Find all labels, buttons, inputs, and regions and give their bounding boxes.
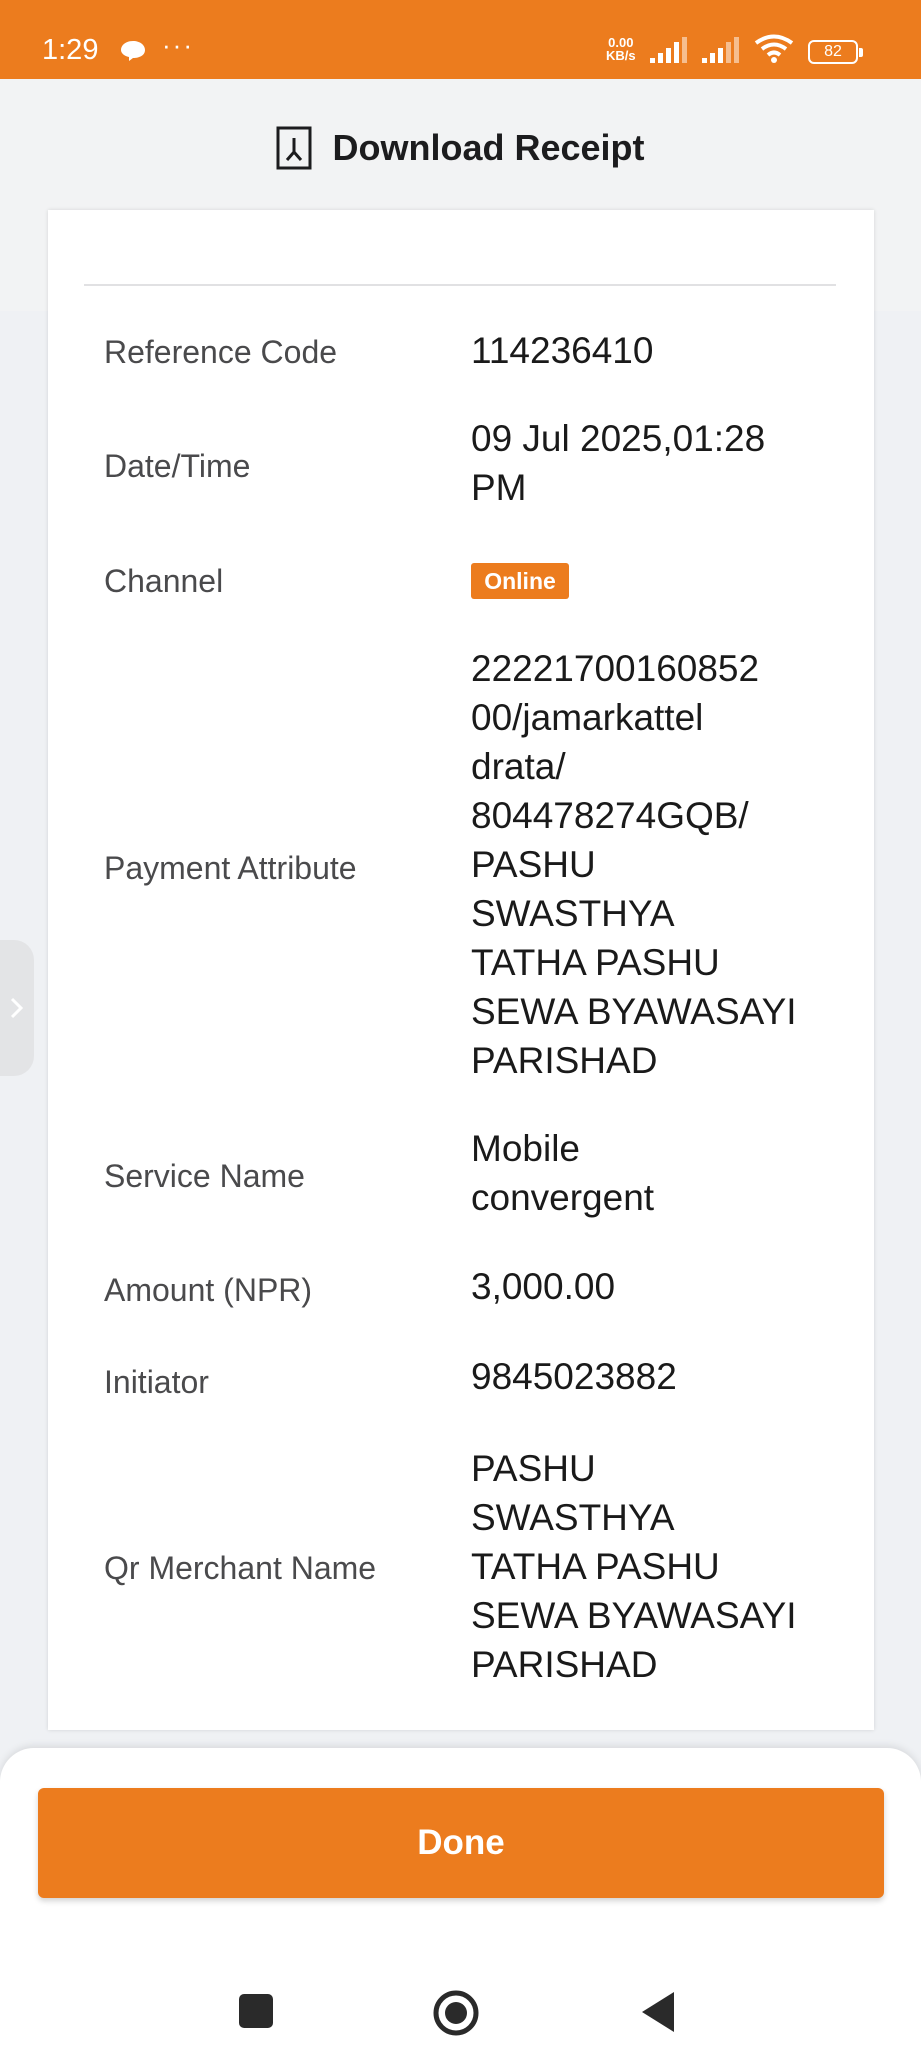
qr-merchant-name-value: PASHU SWASTHYA TATHA PASHU SEWA BYAWASAY… — [471, 1444, 851, 1689]
amount-label: Amount (NPR) — [104, 1272, 313, 1308]
service-name-value: Mobile convergent — [471, 1124, 851, 1222]
battery-icon: 82 — [808, 40, 863, 64]
home-icon[interactable] — [432, 1989, 480, 2037]
chevron-right-icon — [10, 997, 24, 1019]
reference-code-value: 114236410 — [471, 330, 654, 371]
receipt-card: Reference Code 114236410 Date/Time 09 Ju… — [48, 210, 874, 1730]
date-line: PM — [471, 467, 527, 508]
payment-attribute-line: SWASTHYA — [471, 893, 675, 934]
service-name-label: Service Name — [104, 1158, 305, 1194]
service-line: convergent — [471, 1177, 655, 1218]
recents-icon[interactable] — [239, 1994, 273, 2028]
payment-attribute-label: Payment Attribute — [104, 850, 357, 886]
download-receipt-button[interactable]: Download Receipt — [0, 118, 921, 178]
net-speed-unit: KB/s — [606, 48, 636, 63]
merchant-line: PASHU — [471, 1448, 596, 1489]
signal-icon — [650, 37, 687, 63]
date-line: 09 Jul 2025,01:28 — [471, 418, 766, 459]
system-nav-bar — [0, 1944, 921, 2048]
signal-icon-2 — [702, 37, 739, 63]
payment-attribute-line: drata/ — [471, 746, 566, 787]
done-button[interactable]: Done — [38, 1788, 884, 1898]
payment-attribute-line: 00/jamarkattel — [471, 697, 704, 738]
date-time-value: 09 Jul 2025,01:28 PM — [471, 414, 851, 512]
merchant-line: TATHA PASHU — [471, 1546, 720, 1587]
payment-attribute-line: 22221700160852 — [471, 648, 760, 689]
network-speed: 0.00 KB/s — [606, 36, 636, 62]
more-notifications-icon: ··· — [162, 30, 194, 60]
reference-code-label: Reference Code — [104, 334, 338, 370]
side-panel-handle[interactable] — [0, 940, 34, 1076]
qr-merchant-name-label: Qr Merchant Name — [104, 1550, 377, 1586]
initiator-value: 9845023882 — [471, 1356, 677, 1397]
payment-attribute-value: 22221700160852 00/jamarkattel drata/ 804… — [471, 644, 851, 1085]
channel-badge: Online — [471, 563, 569, 599]
payment-attribute-line: PASHU — [471, 844, 596, 885]
page-title: Download Receipt — [332, 127, 645, 168]
back-icon[interactable] — [640, 1990, 676, 2034]
wifi-icon — [754, 34, 794, 63]
merchant-line: PARISHAD — [471, 1644, 658, 1685]
initiator-label: Initiator — [104, 1364, 209, 1400]
chat-bubble-icon — [121, 41, 145, 61]
status-bar: 1:29 ··· 0.00 KB/s 82 — [0, 0, 921, 79]
payment-attribute-line: PARISHAD — [471, 1040, 658, 1081]
amount-value: 3,000.00 — [471, 1266, 616, 1307]
payment-attribute-line: 804478274GQB/ — [471, 795, 749, 836]
merchant-line: SEWA BYAWASAYI — [471, 1595, 797, 1636]
payment-attribute-line: SEWA BYAWASAYI — [471, 991, 797, 1032]
divider — [84, 284, 836, 286]
channel-label: Channel — [104, 563, 224, 599]
service-line: Mobile — [471, 1128, 580, 1169]
merchant-line: SWASTHYA — [471, 1497, 675, 1538]
payment-attribute-line: TATHA PASHU — [471, 942, 720, 983]
pdf-file-icon — [276, 126, 312, 170]
status-time: 1:29 — [42, 34, 99, 66]
date-time-label: Date/Time — [104, 448, 251, 484]
